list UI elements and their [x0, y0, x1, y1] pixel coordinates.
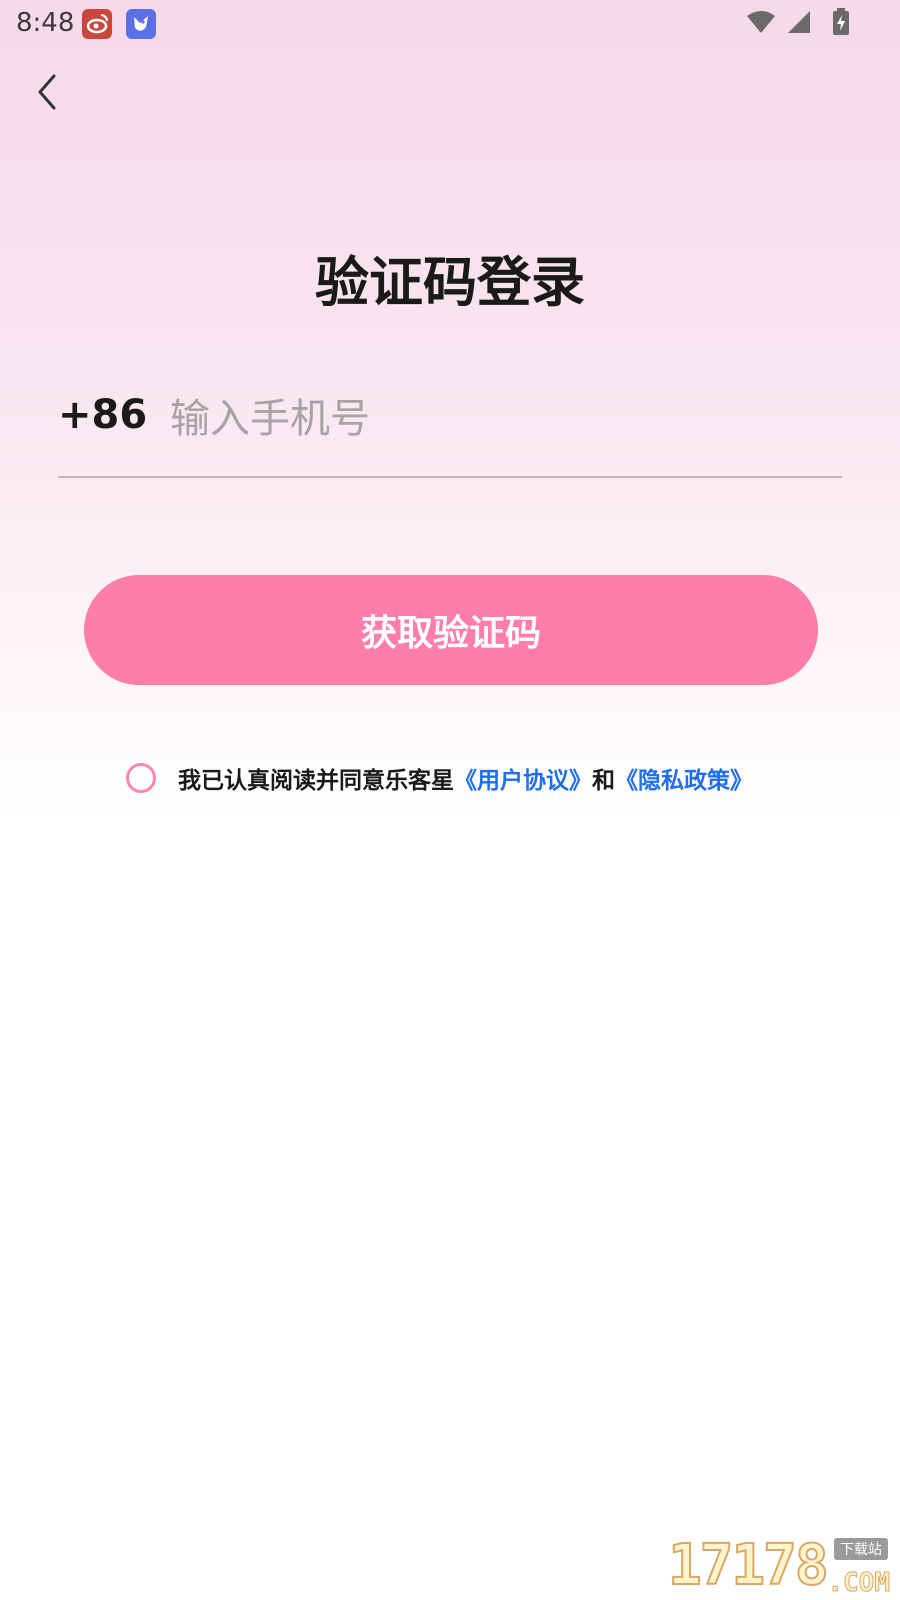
watermark-logo: 17178 下载站 .COM	[667, 1532, 892, 1599]
agreement-checkbox[interactable]	[126, 763, 156, 793]
chevron-left-icon	[28, 74, 68, 118]
watermark-digits: 17178	[667, 1532, 830, 1599]
phone-number-input[interactable]	[168, 388, 832, 450]
status-bar: 8:48	[0, 0, 900, 48]
get-code-button[interactable]: 获取验证码	[84, 575, 818, 685]
watermark-suffix: .COM	[827, 1568, 891, 1599]
country-code[interactable]: +86	[58, 392, 147, 438]
agreement-prefix: 我已认真阅读并同意乐客星	[178, 768, 454, 794]
agreement-conjunction: 和	[592, 768, 615, 794]
watermark-tag: 下载站	[834, 1538, 888, 1560]
wifi-icon	[746, 10, 776, 38]
battery-charging-icon	[832, 8, 850, 40]
agreement-row: 我已认真阅读并同意乐客星《用户协议》和《隐私政策》	[126, 760, 753, 796]
page-title: 验证码登录	[315, 251, 585, 314]
status-time: 8:48	[16, 8, 75, 38]
agreement-text: 我已认真阅读并同意乐客星《用户协议》和《隐私政策》	[178, 761, 753, 795]
phone-input-row: +86	[58, 380, 842, 478]
status-right-icons	[746, 8, 850, 40]
signal-icon	[786, 10, 812, 38]
privacy-policy-link[interactable]: 《隐私政策》	[615, 768, 753, 794]
bird-app-icon	[126, 9, 156, 39]
back-button[interactable]	[28, 70, 68, 114]
user-agreement-link[interactable]: 《用户协议》	[454, 768, 592, 794]
weibo-app-icon	[82, 9, 112, 39]
